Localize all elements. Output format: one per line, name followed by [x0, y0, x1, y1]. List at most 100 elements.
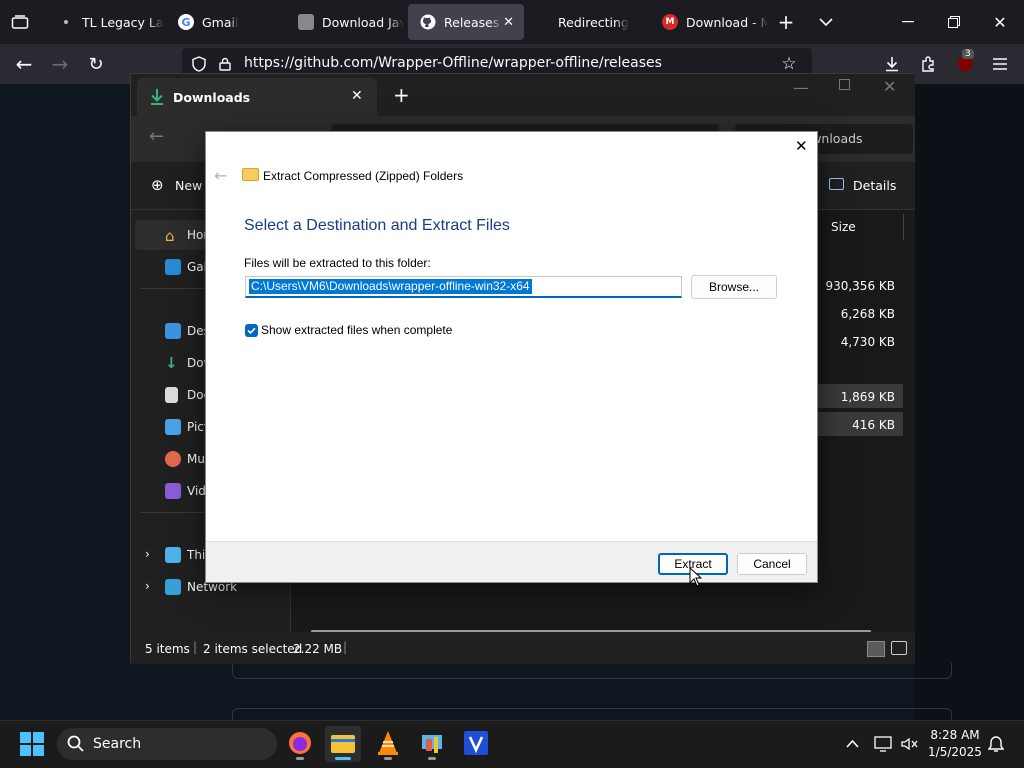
web-page-panel	[232, 663, 952, 679]
zip-folder-icon	[242, 168, 259, 181]
web-page-panel	[232, 708, 952, 720]
new-tab-icon[interactable]: +	[393, 83, 410, 107]
videos-icon	[165, 483, 181, 499]
clock-time[interactable]: 8:28 AM	[930, 728, 980, 742]
show-files-checkbox[interactable]	[245, 324, 258, 337]
mega-icon: M	[662, 14, 678, 30]
taskbar-search[interactable]: Search	[57, 728, 277, 760]
chevron-right-icon[interactable]: ›	[145, 547, 150, 561]
back-icon[interactable]: ←	[149, 126, 164, 147]
shield-icon[interactable]	[190, 55, 208, 73]
pictures-icon	[165, 419, 181, 435]
back-arrow-icon[interactable]: ←	[214, 166, 227, 185]
page-icon	[298, 14, 314, 30]
close-window-icon[interactable]: ✕	[990, 12, 1010, 32]
network-status-icon[interactable]	[874, 736, 892, 755]
browse-button[interactable]: Browse...	[691, 275, 777, 299]
dialog-heading: Select a Destination and Extract Files	[244, 217, 510, 234]
windows-start-icon[interactable]	[20, 732, 44, 759]
app-icon	[420, 731, 444, 758]
extensions-icon[interactable]	[918, 54, 938, 74]
desktop-icon	[165, 323, 181, 339]
home-icon: ⌂	[165, 227, 175, 245]
tab-title: Redirecting	[558, 14, 629, 30]
file-explorer-icon	[330, 732, 356, 757]
add-icon[interactable]: ⊕	[151, 176, 164, 194]
tab-title: Download - M	[686, 14, 768, 30]
volume-muted-icon[interactable]	[900, 736, 918, 755]
downloads-icon[interactable]	[882, 54, 902, 74]
status-item-count: 5 items	[145, 642, 190, 656]
status-bar: 5 items | 2 items selected 2.22 MB |	[131, 632, 915, 664]
status-selected: 2 items selected	[203, 642, 303, 656]
details-pane-icon[interactable]	[829, 178, 844, 190]
gallery-icon	[165, 259, 181, 275]
dot-icon	[58, 14, 74, 30]
running-indicator	[296, 757, 304, 760]
network-icon	[165, 579, 181, 595]
minimize-icon[interactable]	[898, 12, 918, 32]
tab-title: TL Legacy Lau	[82, 14, 164, 30]
minimize-icon[interactable]: —	[793, 78, 809, 97]
taskbar-v-app[interactable]	[458, 726, 494, 762]
chevron-down-icon[interactable]	[816, 12, 836, 32]
pc-icon	[165, 547, 181, 563]
notification-bell-icon[interactable]	[987, 735, 1005, 756]
chevron-up-icon[interactable]	[846, 736, 859, 752]
forward-icon[interactable]: →	[50, 52, 70, 76]
close-tab-icon[interactable]: ✕	[503, 15, 514, 30]
new-tab-icon[interactable]: +	[776, 10, 796, 34]
taskbar-firefox[interactable]	[282, 726, 318, 762]
destination-path-input[interactable]: C:\Users\VM6\Downloads\wrapper-offline-w…	[245, 276, 682, 298]
browser-tab-active[interactable]: Releases · W ✕	[408, 4, 524, 40]
menu-icon[interactable]	[990, 54, 1010, 74]
close-icon[interactable]: ✕	[795, 137, 808, 155]
browser-tab[interactable]: M Download - M	[650, 4, 768, 40]
cancel-button[interactable]: Cancel	[737, 553, 807, 575]
tab-title: Gmail	[202, 14, 239, 30]
close-tab-icon[interactable]: ✕	[351, 88, 363, 104]
tab-title: Download Jav	[322, 14, 404, 30]
browser-tab[interactable]: G Gmail	[166, 4, 284, 40]
maximize-icon[interactable]	[839, 79, 850, 90]
mouse-cursor-icon	[689, 566, 703, 590]
browser-tab[interactable]: Redirecting	[530, 4, 648, 40]
show-files-label[interactable]: Show extracted files when complete	[261, 323, 452, 337]
details-view-icon[interactable]	[867, 641, 885, 657]
running-indicator	[428, 757, 436, 760]
taskbar-vlc[interactable]	[370, 726, 406, 762]
taskbar-file-explorer[interactable]	[325, 726, 361, 762]
browser-tab[interactable]: TL Legacy Lau	[46, 4, 164, 40]
url-text: https://github.com/Wrapper-Offline/wrapp…	[244, 55, 662, 71]
search-label: Search	[93, 736, 142, 752]
column-header-size[interactable]: Size	[831, 220, 856, 234]
bookmark-star-icon[interactable]: ☆	[780, 54, 798, 74]
file-size: 4,730 KB	[840, 335, 895, 349]
file-size: 6,268 KB	[840, 307, 895, 321]
clock-date[interactable]: 1/5/2025	[926, 745, 984, 759]
reload-icon[interactable]: ↻	[86, 54, 106, 75]
file-size: 930,356 KB	[825, 279, 895, 293]
large-icons-view-icon[interactable]	[891, 641, 907, 655]
close-window-icon[interactable]: ✕	[883, 77, 896, 96]
web-page-background	[914, 84, 1024, 720]
tab-overview-icon[interactable]	[10, 12, 30, 32]
restore-icon[interactable]	[944, 12, 964, 32]
taskbar-app[interactable]	[414, 726, 450, 762]
browser-tab[interactable]: Download Jav	[286, 4, 404, 40]
search-icon	[67, 735, 84, 755]
column-divider[interactable]	[903, 214, 904, 240]
new-button[interactable]: New	[175, 178, 202, 193]
status-size: 2.22 MB	[293, 642, 343, 656]
chevron-right-icon[interactable]: ›	[145, 579, 150, 593]
documents-icon	[165, 387, 178, 403]
back-icon[interactable]: ←	[14, 52, 34, 76]
dialog-footer: Extract Cancel	[206, 541, 817, 582]
file-size: 416 KB	[852, 418, 895, 432]
details-button[interactable]: Details	[853, 178, 896, 193]
status-separator: |	[343, 640, 348, 654]
lock-icon[interactable]	[216, 55, 234, 73]
explorer-tab[interactable]: Downloads ✕	[137, 78, 377, 116]
destination-path-text: C:\Users\VM6\Downloads\wrapper-offline-w…	[249, 279, 532, 294]
download-icon: ↓	[165, 354, 178, 372]
